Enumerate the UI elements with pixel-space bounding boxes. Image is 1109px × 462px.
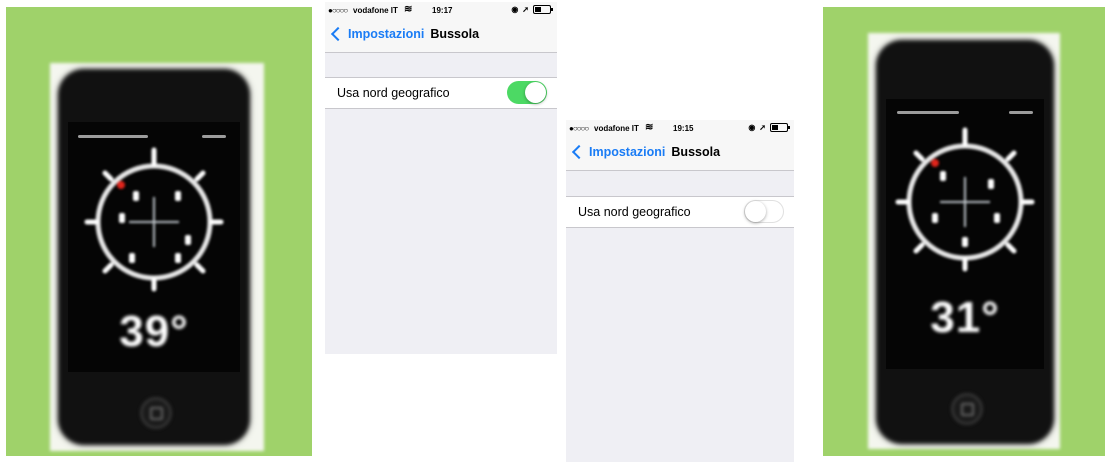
back-button[interactable]: Impostazioni Bussola [329, 26, 480, 42]
wifi-icon: ≋ [645, 122, 654, 133]
navigation-bar: Impostazioni Bussola [325, 20, 557, 53]
settings-screen-on: ●○○○○ vodafone IT ≋ 19:17 ◉ ➚ Impostazio… [325, 2, 557, 354]
chevron-left-icon [571, 144, 587, 160]
compass-dial [84, 147, 224, 292]
chevron-left-icon [330, 26, 346, 42]
battery-icon [770, 123, 790, 132]
photo-compass-left: 39° [6, 7, 312, 456]
status-bar: ●○○○○ vodafone IT ≋ 19:17 ◉ ➚ [325, 2, 557, 20]
compass-dial [895, 127, 1035, 272]
status-bar-blur [78, 135, 148, 138]
signal-strength-icon: ●○○○○ [569, 124, 589, 133]
status-bar-blur [897, 111, 959, 114]
battery-icon [533, 5, 553, 14]
compass-heading-readout: 31° [930, 293, 1000, 342]
setting-row-geographic-north: Usa nord geografico [325, 77, 557, 109]
location-arrow-icon: ➚ [522, 5, 529, 14]
photo-compass-right: 31° [823, 7, 1105, 456]
status-bar-blur [1009, 111, 1033, 114]
toggle-knob [745, 201, 766, 222]
status-icons: ◉ ➚ [511, 5, 553, 14]
home-button [951, 393, 983, 425]
status-icons: ◉ ➚ [748, 123, 790, 132]
compass-heading-readout: 39° [119, 307, 189, 356]
carrier-name: vodafone IT [353, 6, 398, 15]
page-title: Bussola [671, 145, 721, 159]
status-bar: ●○○○○ vodafone IT ≋ 19:15 ◉ ➚ [566, 120, 794, 138]
status-bar-blur [202, 135, 226, 138]
toggle-knob [525, 82, 546, 103]
settings-screen-off: ●○○○○ vodafone IT ≋ 19:15 ◉ ➚ Impostazio… [566, 120, 794, 462]
location-arrow-icon: ➚ [759, 123, 766, 132]
location-icon: ◉ [748, 123, 756, 132]
status-time: 19:17 [432, 6, 453, 15]
wifi-icon: ≋ [404, 4, 413, 15]
carrier-name: vodafone IT [594, 124, 639, 133]
back-button-label: Impostazioni [589, 145, 666, 159]
page-title: Bussola [430, 27, 480, 41]
geographic-north-toggle[interactable] [507, 81, 547, 104]
back-button[interactable]: Impostazioni Bussola [570, 144, 721, 160]
geographic-north-toggle[interactable] [744, 200, 784, 223]
back-button-label: Impostazioni [348, 27, 425, 41]
setting-label: Usa nord geografico [337, 86, 450, 100]
location-icon: ◉ [511, 5, 519, 14]
home-button [140, 397, 172, 429]
setting-row-geographic-north: Usa nord geografico [566, 196, 794, 228]
setting-label: Usa nord geografico [578, 205, 691, 219]
signal-strength-icon: ●○○○○ [328, 6, 348, 15]
status-time: 19:15 [673, 124, 694, 133]
navigation-bar: Impostazioni Bussola [566, 138, 794, 171]
